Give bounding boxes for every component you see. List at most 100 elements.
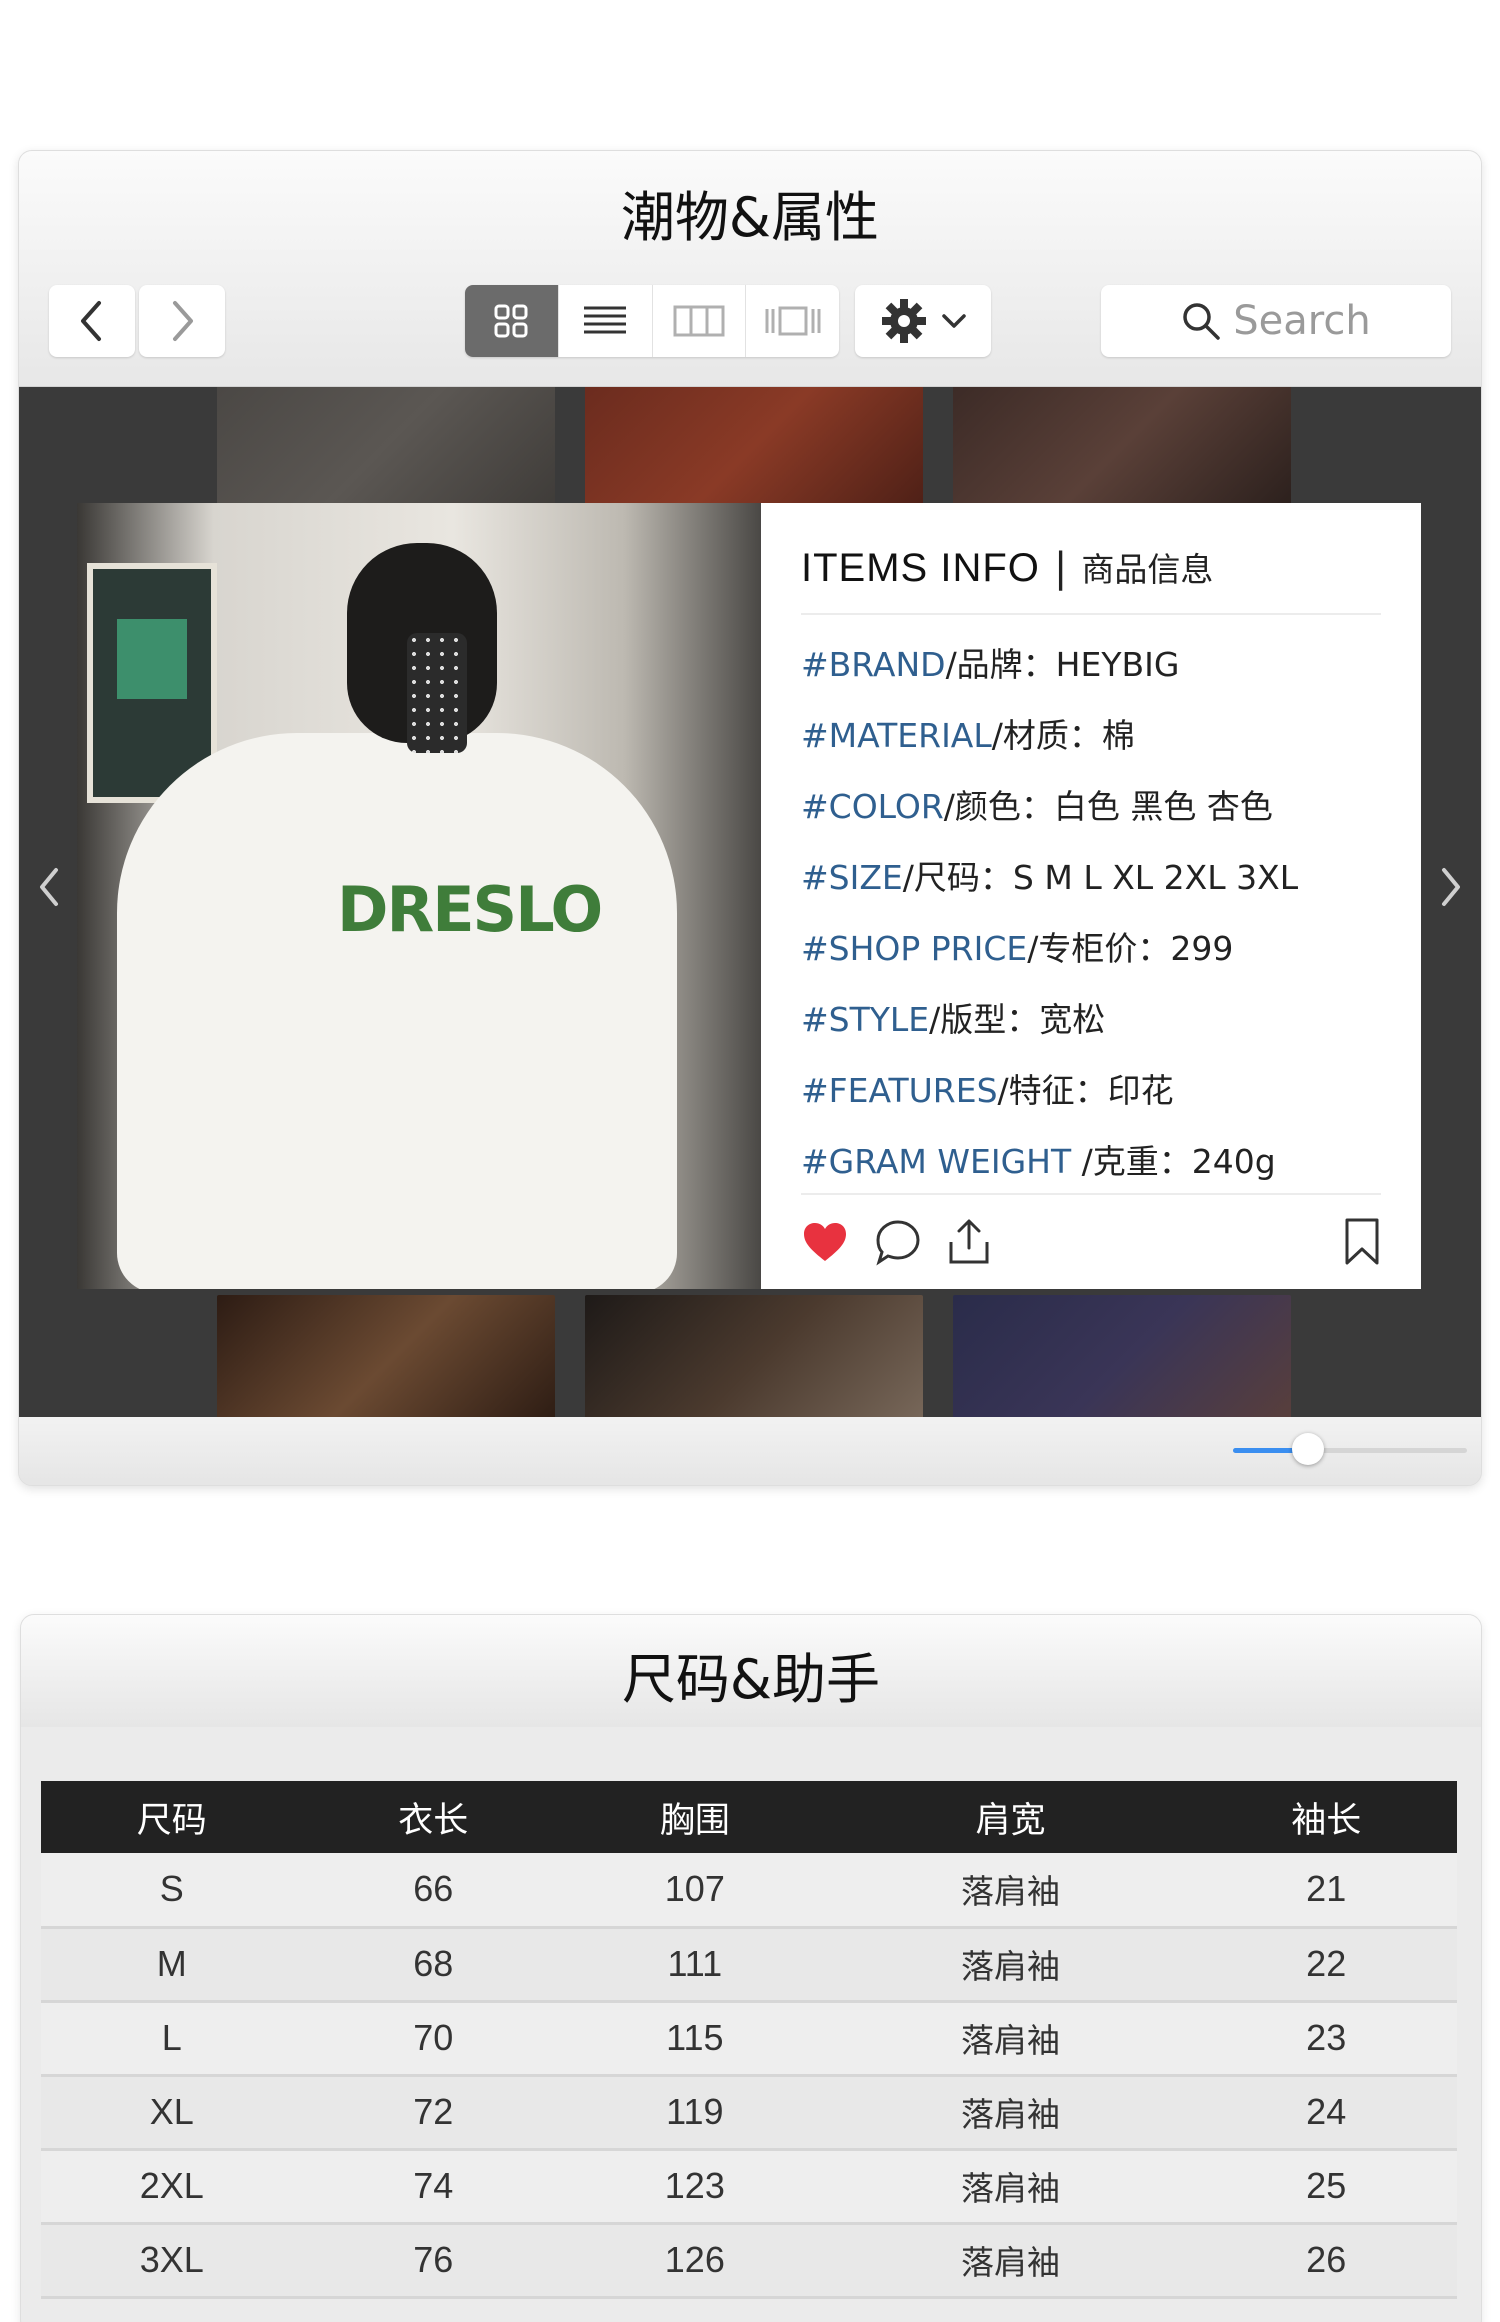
chevron-right-icon <box>1442 868 1460 906</box>
table-row: 3XL 76 126 落肩袖 26 <box>41 2223 1457 2299</box>
table-cell: 26 <box>1195 2223 1457 2299</box>
attribute-features: #FEATURES/特征：印花 <box>801 1071 1174 1110</box>
product-window: 潮物&属性 Search DRESLO ITEMS INFO | 商品信息 #B… <box>18 150 1482 1486</box>
header-shoulder: 肩宽 <box>825 1781 1196 1853</box>
table-cell: S <box>41 1853 303 1929</box>
zoom-slider[interactable] <box>1233 1433 1467 1465</box>
table-cell: 2XL <box>41 2149 303 2225</box>
table-cell: 22 <box>1195 1927 1457 2003</box>
gear-icon <box>882 299 926 343</box>
gallery-thumbnail[interactable] <box>585 387 923 515</box>
table-row: L 70 115 落肩袖 23 <box>41 2001 1457 2077</box>
chevron-left-icon <box>81 301 101 341</box>
table-row: S 66 107 落肩袖 21 <box>41 1853 1457 1929</box>
grid-view-icon <box>494 304 528 338</box>
table-cell: M <box>41 1927 303 2003</box>
table-cell: L <box>41 2001 303 2077</box>
product-card: DRESLO ITEMS INFO | 商品信息 #BRAND/品牌：HEYBI… <box>77 503 1421 1289</box>
table-cell: 70 <box>302 2001 565 2077</box>
size-guide-header: 尺码&助手 <box>21 1615 1481 1727</box>
table-cell: 107 <box>564 1853 826 1929</box>
items-info-subtitle: 商品信息 <box>1081 550 1214 589</box>
chevron-down-icon <box>942 314 966 328</box>
items-info-title: ITEMS INFO <box>801 546 1040 590</box>
items-info-panel: ITEMS INFO | 商品信息 #BRAND/品牌：HEYBIG #MATE… <box>761 503 1421 1289</box>
table-cell: 21 <box>1195 1853 1457 1929</box>
back-button[interactable] <box>49 285 135 357</box>
next-arrow[interactable] <box>1431 857 1471 917</box>
white-tshirt <box>117 733 677 1289</box>
table-cell: 落肩袖 <box>825 2149 1196 2225</box>
table-cell: 111 <box>564 1927 826 2003</box>
table-cell: 落肩袖 <box>825 1853 1196 1929</box>
search-placeholder: Search <box>1233 298 1371 344</box>
shirt-print: DRESLO <box>337 873 603 946</box>
chevron-left-icon <box>40 868 58 906</box>
table-cell: 115 <box>564 2001 826 2077</box>
phone <box>407 633 467 753</box>
header-length: 衣长 <box>302 1781 565 1853</box>
action-menu-button[interactable] <box>855 285 991 357</box>
attribute-list: #BRAND/品牌：HEYBIG #MATERIAL/材质：棉 #COLOR/颜… <box>801 643 1381 1211</box>
gallery-stage: DRESLO ITEMS INFO | 商品信息 #BRAND/品牌：HEYBI… <box>19 387 1481 1417</box>
table-cell: 123 <box>564 2149 826 2225</box>
table-row: M 68 111 落肩袖 22 <box>41 1927 1457 2003</box>
window-title: 潮物&属性 <box>620 186 880 249</box>
gallery-thumbnail[interactable] <box>217 1295 555 1417</box>
column-view-icon <box>673 305 725 337</box>
zoom-slider-knob[interactable] <box>1291 1433 1324 1465</box>
coverflow-view-button[interactable] <box>746 285 839 357</box>
table-cell: 126 <box>564 2223 826 2299</box>
search-icon <box>1183 303 1221 340</box>
heart-icon[interactable] <box>801 1220 849 1264</box>
gallery-thumbnail[interactable] <box>953 387 1291 515</box>
gallery-thumbnail[interactable] <box>585 1295 923 1417</box>
forward-button[interactable] <box>139 285 225 357</box>
gallery-thumbnail[interactable] <box>953 1295 1291 1417</box>
share-icon[interactable] <box>947 1218 991 1266</box>
table-cell: 落肩袖 <box>825 2075 1196 2151</box>
grid-view-button[interactable] <box>465 285 559 357</box>
attribute-size: #SIZE/尺码：S M L XL 2XL 3XL <box>801 858 1299 897</box>
table-cell: 25 <box>1195 2149 1457 2225</box>
size-table: 尺码 衣长 胸围 肩宽 袖长 S 66 107 落肩袖 21 M 68 111 … <box>41 1781 1457 2299</box>
table-cell: 66 <box>302 1853 565 1929</box>
attribute-material: #MATERIAL/材质：棉 <box>801 716 1135 755</box>
table-cell: 24 <box>1195 2075 1457 2151</box>
gallery-thumbnail[interactable] <box>217 387 555 515</box>
header-size: 尺码 <box>41 1781 303 1853</box>
size-guide-title: 尺码&助手 <box>621 1648 881 1711</box>
coverflow-view-icon <box>765 306 821 336</box>
column-view-button[interactable] <box>653 285 747 357</box>
table-cell: 119 <box>564 2075 826 2151</box>
product-photo: DRESLO <box>77 503 761 1289</box>
table-cell: 74 <box>302 2149 565 2225</box>
table-cell: 68 <box>302 1927 565 2003</box>
attribute-color: #COLOR/颜色：白色 黑色 杏色 <box>801 787 1273 826</box>
table-cell: 72 <box>302 2075 565 2151</box>
search-field[interactable]: Search <box>1101 285 1451 357</box>
bookmark-icon[interactable] <box>1343 1217 1381 1267</box>
table-cell: 23 <box>1195 2001 1457 2077</box>
previous-arrow[interactable] <box>29 857 69 917</box>
header-sleeve: 袖长 <box>1195 1781 1457 1853</box>
window-toolbar: 潮物&属性 Search <box>19 151 1481 387</box>
card-actions <box>801 1193 1381 1289</box>
table-cell: 落肩袖 <box>825 2001 1196 2077</box>
size-guide-window: 尺码&助手 尺码 衣长 胸围 肩宽 袖长 S 66 107 落肩袖 21 M 6… <box>20 1614 1482 2322</box>
table-cell: 76 <box>302 2223 565 2299</box>
attribute-style: #STYLE/版型：宽松 <box>801 1000 1106 1039</box>
list-view-icon <box>584 306 627 334</box>
table-cell: XL <box>41 2075 303 2151</box>
table-cell: 3XL <box>41 2223 303 2299</box>
table-cell: 落肩袖 <box>825 1927 1196 2003</box>
comment-icon[interactable] <box>873 1218 923 1266</box>
table-row: 2XL 74 123 落肩袖 25 <box>41 2149 1457 2225</box>
items-info-separator: | <box>1053 545 1068 591</box>
attribute-shop-price: #SHOP PRICE/专柜价：299 <box>801 929 1234 968</box>
view-mode-segmented-control[interactable] <box>465 285 839 357</box>
header-chest: 胸围 <box>564 1781 826 1853</box>
list-view-button[interactable] <box>559 285 653 357</box>
size-table-header-row: 尺码 衣长 胸围 肩宽 袖长 <box>41 1781 1457 1853</box>
attribute-brand: #BRAND/品牌：HEYBIG <box>801 645 1180 684</box>
